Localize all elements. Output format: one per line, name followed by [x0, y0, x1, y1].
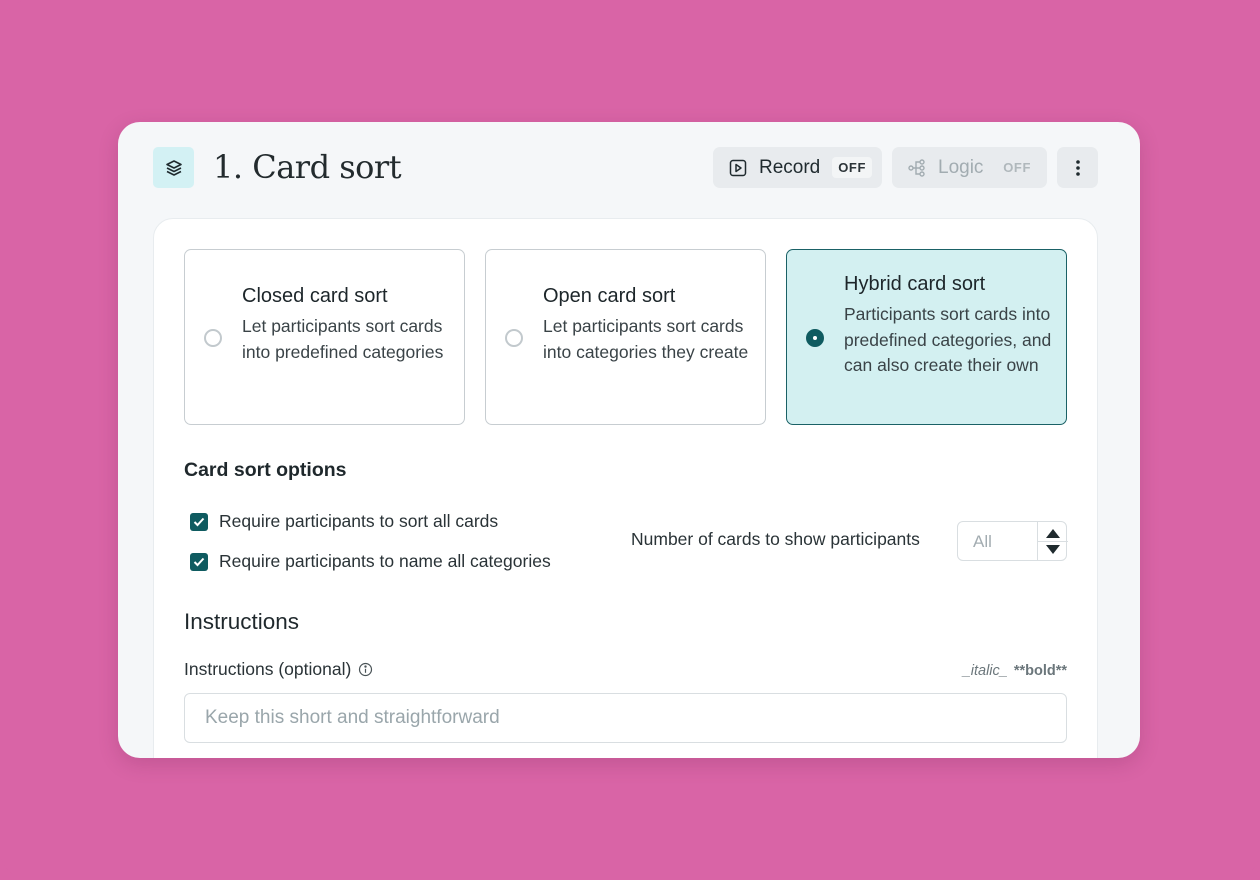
closed-card-sort-option[interactable]: Closed card sort Let participants sort c… [184, 249, 465, 425]
number-of-cards-label: Number of cards to show participants [631, 529, 920, 549]
logic-toggle-button[interactable]: Logic OFF [892, 147, 1047, 188]
record-label: Record [759, 156, 821, 178]
instructions-label-row: Instructions (optional) [184, 659, 373, 680]
stepper-controls [1037, 522, 1068, 560]
open-card-sort-option[interactable]: Open card sort Let participants sort car… [485, 249, 766, 425]
check-icon [193, 517, 205, 526]
card-sort-block: 1. Card sort Record OFF Logic OFF Closed… [118, 122, 1140, 758]
record-toggle-button[interactable]: Record OFF [713, 147, 882, 188]
instructions-input[interactable]: Keep this short and straightforward [184, 693, 1067, 743]
closed-card-sort-radio[interactable] [204, 329, 222, 347]
more-options-button[interactable] [1057, 147, 1098, 188]
decrement-arrow-icon[interactable] [1046, 545, 1060, 554]
instructions-heading: Instructions [184, 609, 300, 634]
info-icon[interactable] [358, 662, 373, 677]
option-title: Open card sort [543, 285, 676, 307]
sort-all-cards-option[interactable]: Require participants to sort all cards [190, 511, 498, 532]
more-vertical-icon [1075, 159, 1080, 176]
layers-icon [153, 147, 194, 188]
card-sort-settings-panel: Closed card sort Let participants sort c… [153, 218, 1098, 758]
option-title: Hybrid card sort [844, 273, 986, 295]
option-description: Participants sort cards into predefined … [844, 304, 1052, 375]
record-status-badge: OFF [832, 157, 872, 178]
logic-status-badge: OFF [1003, 160, 1031, 175]
checkbox-label: Require participants to sort all cards [219, 511, 499, 531]
instructions-label: Instructions (optional) [184, 659, 352, 679]
italic-hint: _italic_ [962, 663, 1008, 679]
option-title: Closed card sort [242, 285, 388, 307]
option-description: Let participants sort cards into categor… [543, 316, 749, 362]
number-of-cards-stepper[interactable]: All [957, 521, 1068, 561]
play-icon [728, 158, 748, 178]
name-all-categories-checkbox[interactable] [190, 552, 208, 571]
logic-label: Logic [938, 156, 984, 178]
checkbox-label: Require participants to name all categor… [219, 551, 551, 571]
hybrid-card-sort-radio[interactable] [806, 329, 824, 347]
increment-arrow-icon[interactable] [1046, 529, 1060, 538]
check-icon [193, 557, 205, 566]
option-description: Let participants sort cards into predefi… [242, 316, 444, 362]
bold-hint: **bold** [1013, 663, 1067, 679]
open-card-sort-radio[interactable] [505, 329, 523, 347]
branch-icon [907, 158, 927, 178]
markdown-hint: _italic_ **bold** [963, 663, 1067, 679]
name-all-categories-option[interactable]: Require participants to name all categor… [190, 551, 551, 572]
stepper-divider [1038, 541, 1068, 542]
card-sort-options-heading: Card sort options [184, 459, 347, 481]
hybrid-card-sort-option[interactable]: Hybrid card sort Participants sort cards… [786, 249, 1067, 425]
sort-all-cards-checkbox[interactable] [190, 512, 208, 531]
block-title: 1. Card sort [213, 148, 402, 186]
number-of-cards-value[interactable]: All [973, 532, 992, 552]
